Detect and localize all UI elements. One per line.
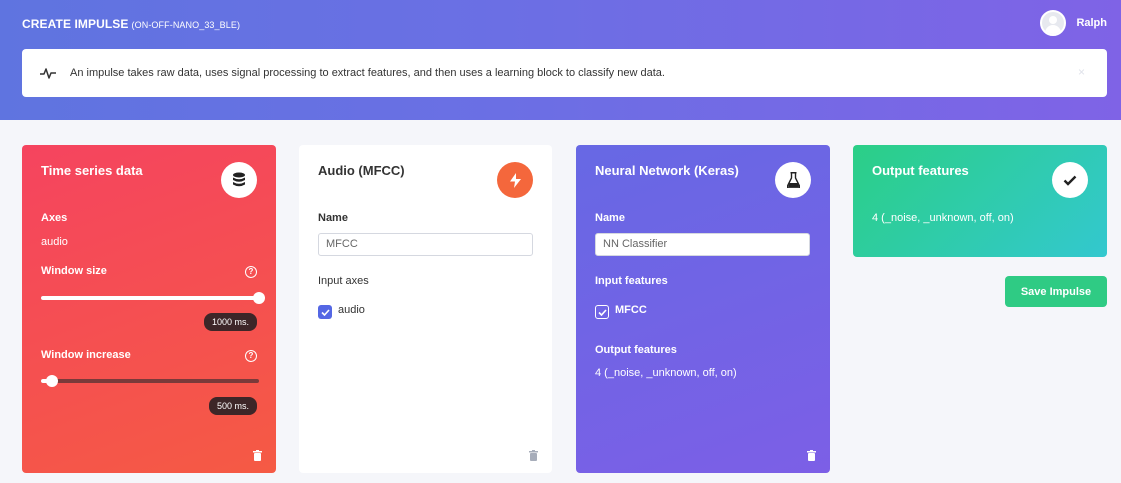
learning-block-card: Neural Network (Keras) Name NN Classifie… xyxy=(576,145,830,473)
name-input[interactable]: NN Classifier xyxy=(595,233,810,256)
project-name: (ON-OFF-NANO_33_BLE) xyxy=(131,20,241,30)
axes-value: audio xyxy=(41,236,68,248)
save-impulse-button[interactable]: Save Impulse xyxy=(1005,276,1107,307)
window-increase-slider[interactable] xyxy=(41,375,259,387)
card-title: Output features xyxy=(872,163,969,178)
page-header: CREATE IMPULSE (ON-OFF-NANO_33_BLE) Ralph… xyxy=(0,0,1121,120)
slider-fill xyxy=(41,296,259,300)
card-title: Audio (MFCC) xyxy=(318,163,405,178)
processing-block-card: Audio (MFCC) Name MFCC Input axes audio xyxy=(299,145,552,473)
window-size-slider[interactable] xyxy=(41,292,265,304)
output-block-card: Output features 4 (_noise, _unknown, off… xyxy=(853,145,1107,257)
window-size-value: 1000 ms. xyxy=(203,313,257,331)
window-size-label: Window size xyxy=(41,265,107,277)
feature-label: MFCC xyxy=(615,304,647,316)
trash-icon[interactable] xyxy=(807,450,816,461)
axes-label: Axes xyxy=(41,212,68,224)
avatar[interactable] xyxy=(1040,10,1067,36)
output-features-value: 4 (_noise, _unknown, off, on) xyxy=(595,367,737,379)
input-block-card: Time series data Axes audio Window size … xyxy=(22,145,276,473)
axis-label: audio xyxy=(338,304,365,316)
card-title: Neural Network (Keras) xyxy=(595,163,739,178)
slider-thumb[interactable] xyxy=(45,375,58,387)
user-name[interactable]: Ralph xyxy=(1076,17,1107,29)
info-text: An impulse takes raw data, uses signal p… xyxy=(70,67,665,79)
axis-checkbox[interactable] xyxy=(318,305,332,319)
window-increase-value: 500 ms. xyxy=(208,397,257,415)
trash-icon[interactable] xyxy=(253,450,262,461)
window-increase-label: Window increase xyxy=(41,349,131,361)
output-features-label: Output features xyxy=(595,344,677,356)
input-axes-label: Input axes xyxy=(318,275,369,287)
page-title-text: CREATE IMPULSE xyxy=(22,17,129,31)
name-label: Name xyxy=(318,212,348,224)
check-icon xyxy=(597,308,607,316)
feature-checkbox[interactable] xyxy=(595,305,609,319)
database-icon xyxy=(221,162,257,198)
lightning-icon xyxy=(497,162,533,198)
close-icon[interactable]: × xyxy=(1078,65,1085,79)
flask-icon xyxy=(775,162,811,198)
check-icon xyxy=(320,308,330,316)
check-icon xyxy=(1052,162,1088,198)
help-icon[interactable]: ? xyxy=(245,266,257,278)
input-features-label: Input features xyxy=(595,275,668,287)
page-title: CREATE IMPULSE (ON-OFF-NANO_33_BLE) xyxy=(22,17,240,31)
name-label: Name xyxy=(595,212,625,224)
trash-icon[interactable] xyxy=(529,450,538,461)
help-icon[interactable]: ? xyxy=(245,350,257,362)
pulse-icon xyxy=(40,68,56,79)
name-input[interactable]: MFCC xyxy=(318,233,533,256)
slider-thumb[interactable] xyxy=(253,292,265,304)
output-features-value: 4 (_noise, _unknown, off, on) xyxy=(872,212,1014,224)
info-banner: An impulse takes raw data, uses signal p… xyxy=(22,49,1107,97)
card-title: Time series data xyxy=(41,163,143,178)
user-menu[interactable]: Ralph xyxy=(1040,10,1107,36)
